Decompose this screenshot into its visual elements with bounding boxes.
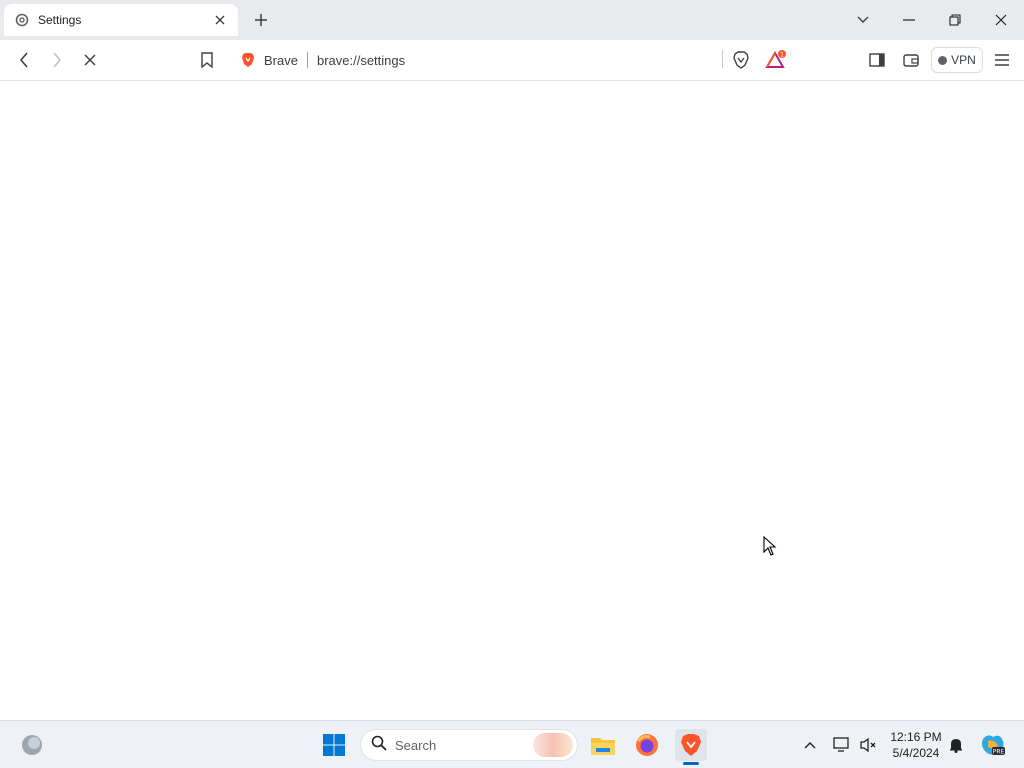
search-highlight-art: [533, 733, 573, 757]
taskbar: Search 12:16 PM 5/4/2024 PRE: [0, 720, 1024, 768]
file-explorer-icon[interactable]: [587, 729, 619, 761]
site-name: Brave: [264, 52, 298, 68]
search-icon: [371, 735, 387, 756]
brave-taskbar-icon[interactable]: [675, 729, 707, 761]
vpn-button[interactable]: VPN: [931, 47, 983, 73]
tab-title: Settings: [38, 13, 82, 27]
volume-muted-icon[interactable]: [853, 729, 883, 761]
omnibox-right-divider: [722, 50, 723, 68]
tab-settings[interactable]: Settings: [4, 4, 238, 36]
url-text[interactable]: brave://settings: [317, 53, 405, 68]
tab-strip: Settings: [0, 0, 1024, 40]
address-bar[interactable]: Brave brave://settings: [230, 46, 724, 74]
page-content: [0, 81, 1024, 720]
active-app-indicator: [683, 762, 699, 765]
omnibox-divider: [306, 52, 308, 68]
windows-start-icon[interactable]: [318, 729, 350, 761]
brave-lion-icon: [240, 52, 256, 68]
restore-icon[interactable]: [941, 6, 969, 34]
bookmark-icon[interactable]: [193, 46, 221, 74]
taskbar-search[interactable]: Search: [360, 729, 578, 761]
firefox-icon[interactable]: [631, 729, 663, 761]
vpn-label: VPN: [951, 53, 976, 67]
copilot-pre-icon[interactable]: PRE: [977, 729, 1009, 761]
notification-bell-icon[interactable]: [942, 729, 970, 761]
back-icon[interactable]: [10, 46, 38, 74]
browser-toolbar: Brave brave://settings 1: [0, 40, 1024, 81]
brave-shields-icon[interactable]: [727, 46, 755, 74]
svg-text:PRE: PRE: [993, 749, 1005, 756]
show-hidden-icons-chevron-icon[interactable]: [795, 729, 825, 761]
settings-gear-icon: [14, 12, 30, 28]
new-tab-button[interactable]: [250, 9, 272, 31]
tab-search-chevron-icon[interactable]: [849, 6, 877, 34]
widgets-icon[interactable]: [16, 729, 48, 761]
close-tab-icon[interactable]: [212, 12, 228, 28]
main-menu-icon[interactable]: [988, 46, 1016, 74]
brave-rewards-icon[interactable]: 1: [762, 46, 790, 74]
wallet-icon[interactable]: [897, 46, 925, 74]
vpn-status-dot-icon: [938, 55, 948, 65]
clock-date: 5/4/2024: [892, 746, 940, 760]
system-clock[interactable]: 12:16 PM 5/4/2024: [886, 729, 946, 761]
sidebar-toggle-icon[interactable]: [863, 46, 891, 74]
svg-text:1: 1: [780, 52, 784, 59]
stop-loading-icon[interactable]: [76, 46, 104, 74]
forward-icon[interactable]: [43, 46, 71, 74]
minimize-icon[interactable]: [895, 6, 923, 34]
close-window-icon[interactable]: [987, 6, 1015, 34]
mouse-cursor-icon: [763, 535, 777, 561]
search-label: Search: [395, 737, 437, 753]
clock-time: 12:16 PM: [890, 730, 942, 744]
